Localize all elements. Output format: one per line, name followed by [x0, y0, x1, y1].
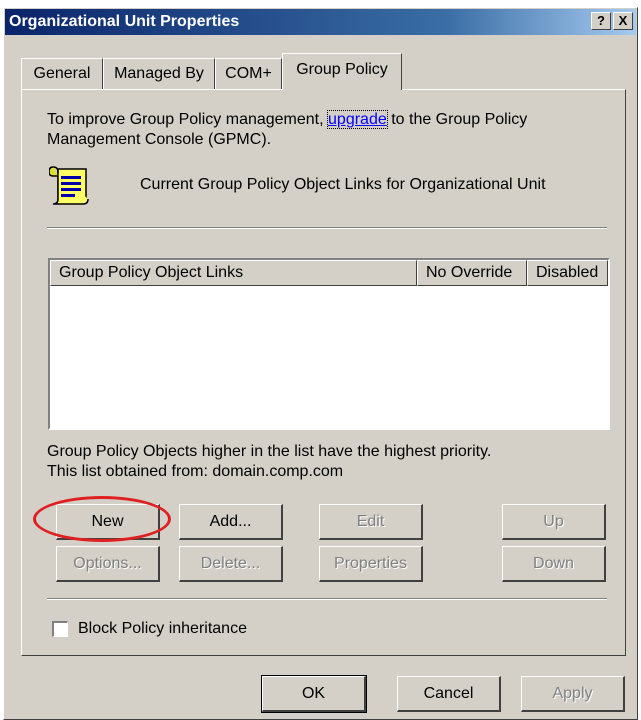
highlight-annotation: [33, 496, 171, 542]
add-button[interactable]: Add...: [179, 504, 283, 540]
properties-dialog: Organizational Unit Properties ? X Gener…: [3, 7, 638, 720]
window-title: Organizational Unit Properties: [9, 13, 240, 30]
tab-group-policy[interactable]: Group Policy: [282, 53, 402, 90]
current-links-label: Current Group Policy Object Links for Or…: [140, 176, 546, 193]
help-button[interactable]: ?: [591, 12, 611, 30]
column-header-links[interactable]: Group Policy Object Links: [50, 260, 417, 286]
tab-com-plus[interactable]: COM+: [215, 58, 282, 89]
scroll-icon: [49, 166, 89, 205]
block-inheritance-label[interactable]: Block Policy inheritance: [78, 620, 247, 638]
down-button[interactable]: Down: [502, 546, 606, 582]
upgrade-link[interactable]: upgrade: [327, 110, 388, 129]
options-button[interactable]: Options...: [56, 546, 160, 582]
source-note: This list obtained from: domain.comp.com: [47, 463, 344, 480]
title-bar[interactable]: Organizational Unit Properties ? X: [5, 9, 636, 35]
close-icon: X: [618, 13, 628, 28]
upgrade-info: To improve Group Policy management, upgr…: [47, 110, 528, 129]
column-header-no-override[interactable]: No Override: [417, 260, 527, 286]
block-inheritance-checkbox[interactable]: [52, 621, 68, 637]
cancel-button[interactable]: Cancel: [397, 676, 501, 712]
properties-button[interactable]: Properties: [319, 546, 423, 582]
delete-button[interactable]: Delete...: [179, 546, 283, 582]
upgrade-info-line2: Management Console (GPMC).: [47, 131, 272, 148]
up-button[interactable]: Up: [502, 504, 606, 540]
column-header-disabled[interactable]: Disabled: [527, 260, 608, 286]
divider: [47, 227, 607, 229]
ok-button[interactable]: OK: [261, 675, 367, 713]
tab-general[interactable]: General: [21, 58, 103, 89]
close-button[interactable]: X: [613, 12, 633, 30]
apply-button[interactable]: Apply: [521, 676, 625, 712]
group-policy-panel: To improve Group Policy management, upgr…: [21, 89, 626, 656]
priority-note: Group Policy Objects higher in the list …: [47, 443, 492, 460]
tab-managed-by[interactable]: Managed By: [103, 58, 215, 89]
divider: [47, 598, 607, 600]
edit-button[interactable]: Edit: [319, 504, 423, 540]
gpo-links-list[interactable]: Group Policy Object Links No Override Di…: [48, 258, 610, 430]
